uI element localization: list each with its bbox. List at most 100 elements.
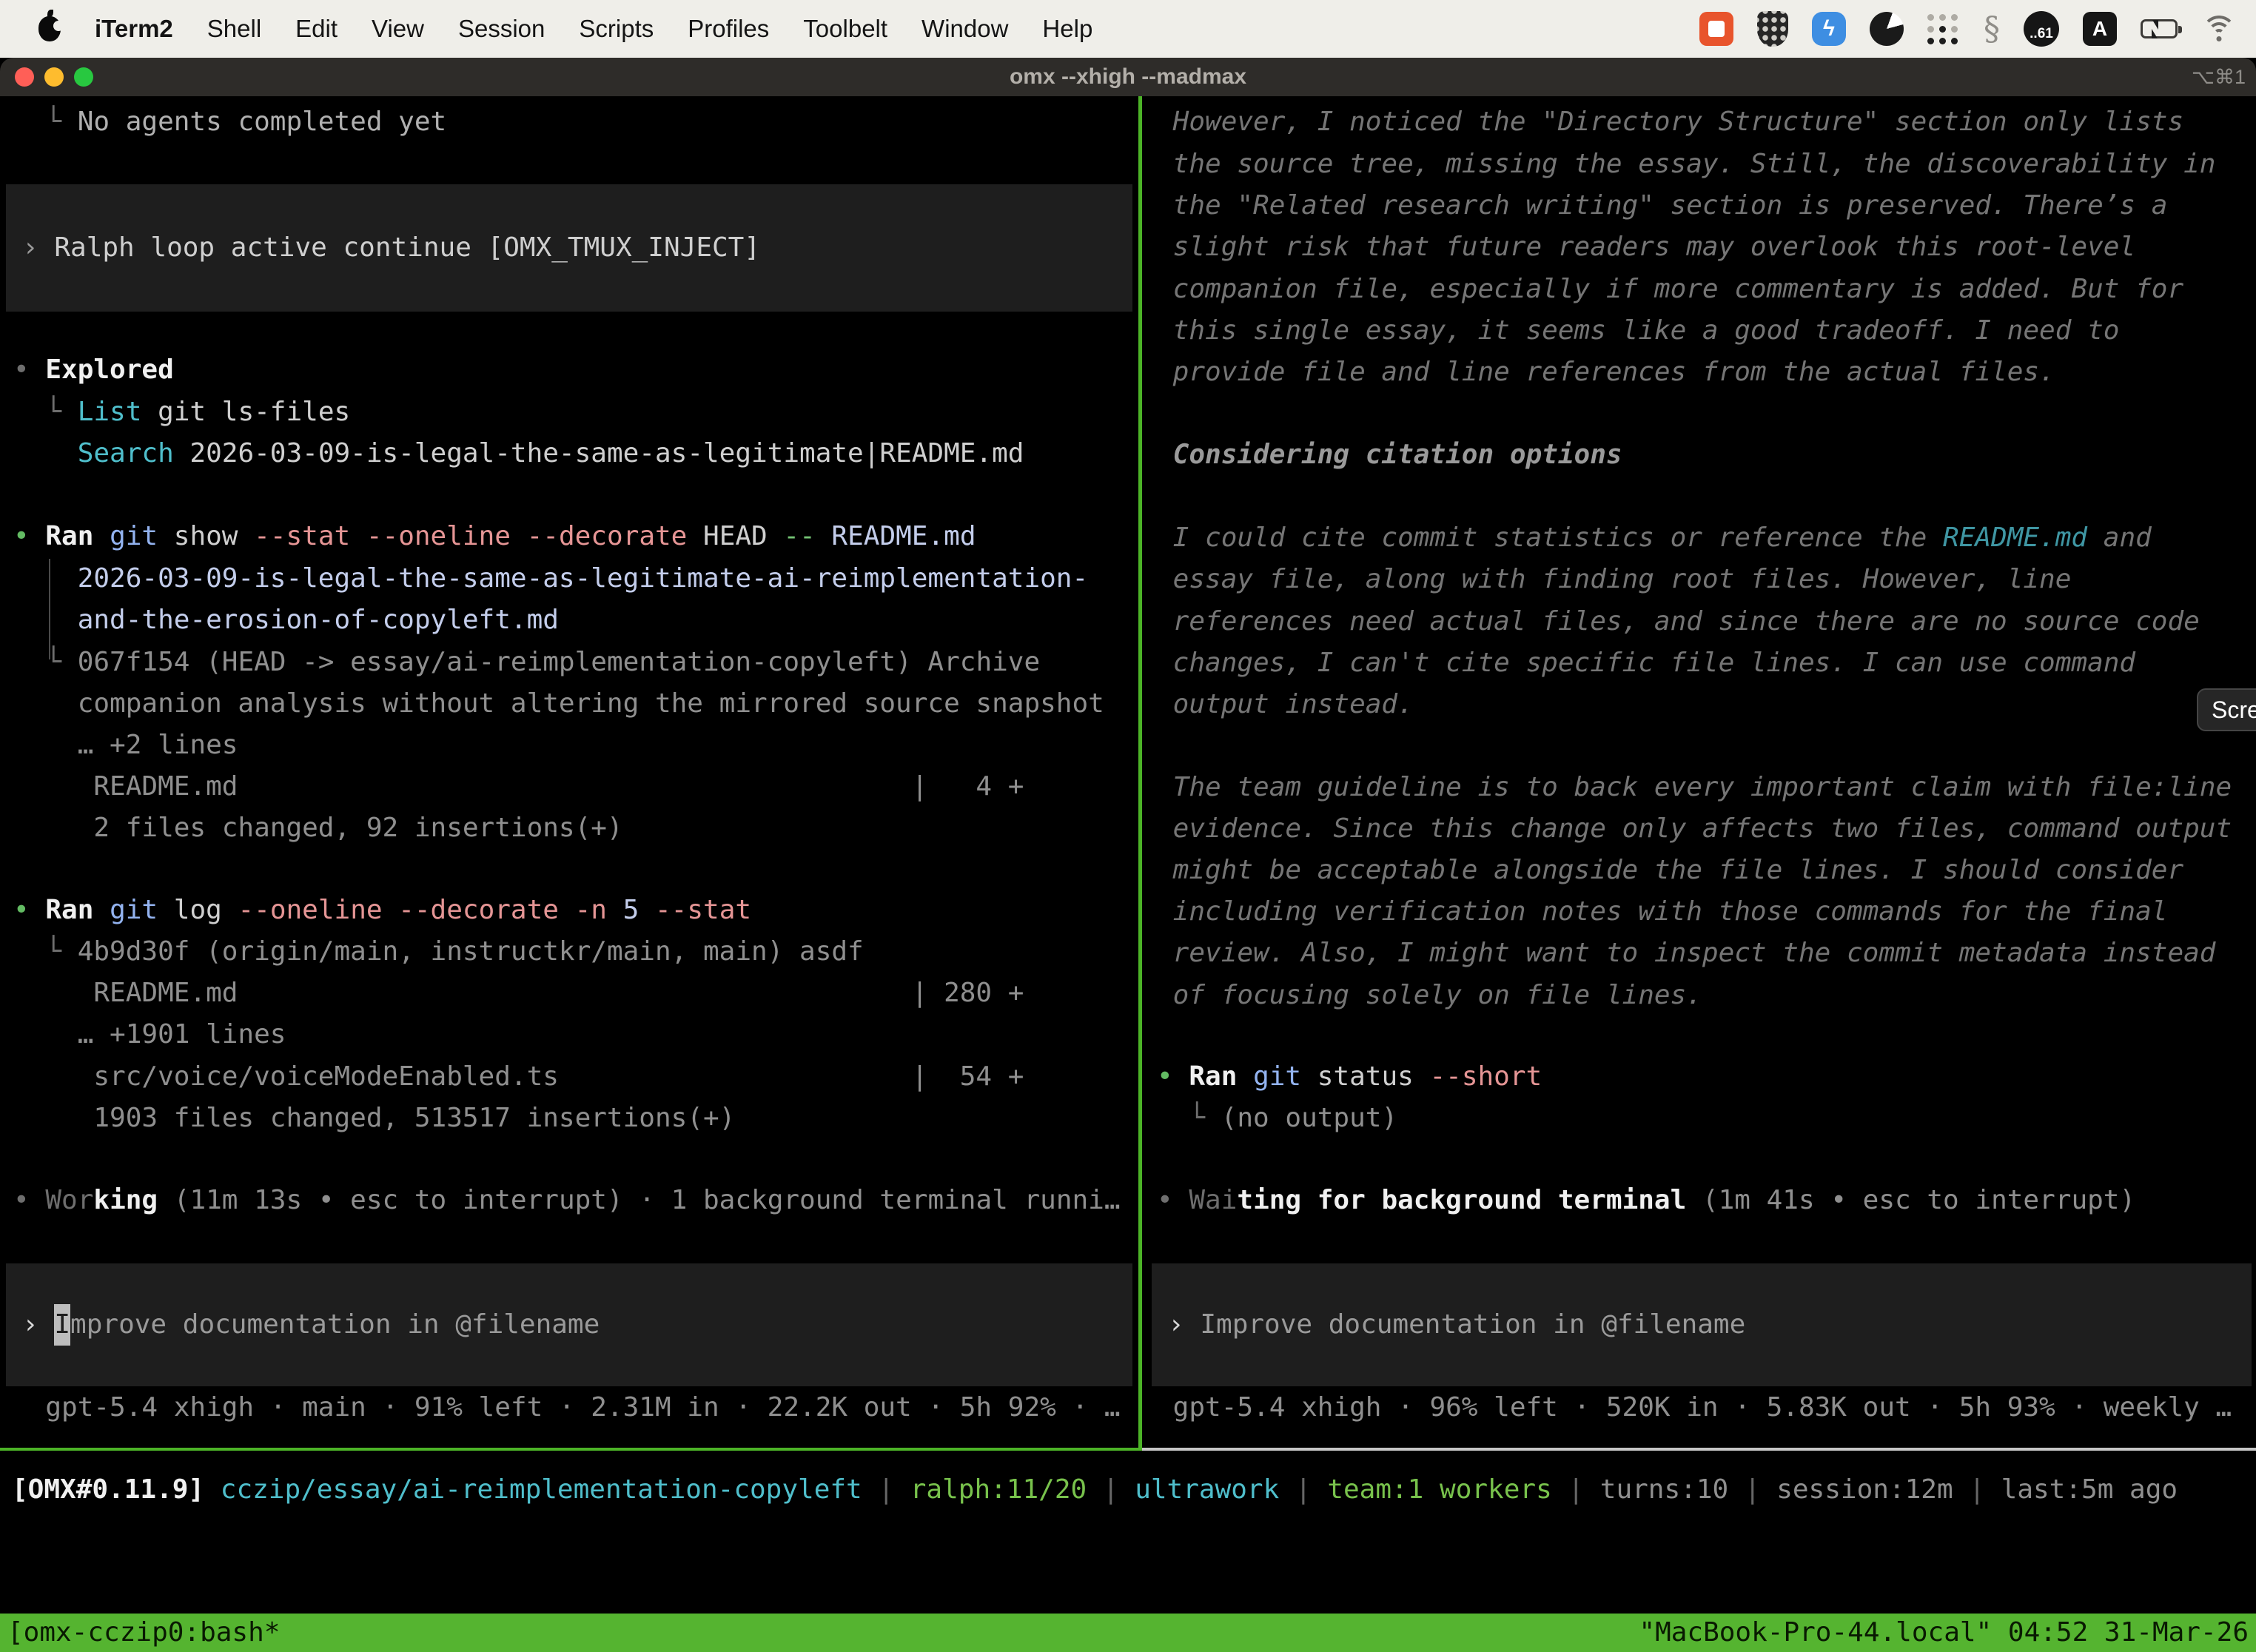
terminal-line: … +2 lines	[13, 725, 238, 766]
terminal-line: gpt-5.4 xhigh · 96% left · 520K in · 5.8…	[1157, 1387, 2232, 1428]
terminal-line: However, I noticed the "Directory Struct…	[1157, 101, 2183, 143]
terminal-line: output instead.	[1157, 684, 1414, 725]
terminal-line: of focusing solely on file lines.	[1157, 975, 1702, 1016]
terminal-line: └ (no output)	[1157, 1098, 1397, 1139]
terminal-line: src/voice/voiceModeEnabled.ts | 54 +	[13, 1056, 1024, 1098]
screen-tooltip[interactable]: Scre	[2197, 688, 2256, 731]
terminal-line: Considering citation options	[1157, 434, 1622, 476]
prompt-chevron-icon: ›	[22, 1304, 54, 1346]
omx-status-segment: |	[1728, 1474, 1776, 1505]
terminal-line: 2026-03-09-is-legal-the-same-as-legitima…	[13, 558, 1088, 600]
menu-item-window[interactable]: Window	[921, 15, 1008, 43]
terminal-line: • Working (11m 13s • esc to interrupt) ·…	[13, 1180, 1121, 1221]
omx-status-segment: ultrawork	[1135, 1474, 1279, 1505]
left-prompt-input[interactable]: › I mprove documentation in @filename	[6, 1263, 1132, 1386]
banner-text: Ralph loop active continue [OMX_TMUX_INJ…	[54, 227, 760, 269]
terminal-line: the "Related research writing" section i…	[1157, 185, 2167, 226]
omx-status-segment: |	[862, 1474, 910, 1505]
terminal-line: └ 067f154 (HEAD -> essay/ai-reimplementa…	[13, 642, 1040, 683]
terminal-line: evidence. Since this change only affects…	[1157, 808, 2232, 850]
menu-item-shell[interactable]: Shell	[207, 15, 261, 43]
left-input-text: mprove documentation in @filename	[70, 1304, 600, 1346]
omx-status-line: [OMX#0.11.9] cczip/essay/ai-reimplementa…	[12, 1469, 2178, 1511]
terminal-line: slight risk that future readers may over…	[1157, 226, 2135, 268]
circle-61-icon[interactable]: ..61	[2024, 11, 2059, 47]
tmux-host-clock: "MacBook-Pro-44.local" 04:52 31-Mar-26	[1639, 1614, 2249, 1652]
menu-item-iterm2[interactable]: iTerm2	[95, 15, 173, 43]
terminal-content: › Ralph loop active continue [OMX_TMUX_I…	[0, 96, 2256, 1614]
omx-status-segment: [OMX#0.11.9]	[12, 1474, 221, 1505]
terminal-line: including verification notes with those …	[1157, 891, 2167, 933]
terminal-line: └ List git ls-files	[13, 392, 350, 433]
terminal-line: … +1901 lines	[13, 1014, 286, 1055]
terminal-line: I could cite commit statistics or refere…	[1157, 517, 2152, 559]
right-pane-border	[1142, 1448, 2256, 1451]
omx-status-segment: session:12m	[1776, 1474, 1953, 1505]
omx-status-segment: |	[1552, 1474, 1600, 1505]
menu-item-session[interactable]: Session	[458, 15, 545, 43]
wifi-icon[interactable]	[2201, 16, 2237, 42]
terminal-line: the source tree, missing the essay. Stil…	[1157, 144, 2215, 185]
terminal-line: README.md | 280 +	[13, 973, 1024, 1014]
terminal-line: • Ran git log --oneline --decorate -n 5 …	[13, 890, 751, 931]
left-pane-border	[0, 1448, 1142, 1451]
terminal-line: Search 2026-03-09-is-legal-the-same-as-l…	[13, 433, 1024, 474]
terminal-line: this single essay, it seems like a good …	[1157, 310, 2119, 352]
messages-icon[interactable]	[1699, 12, 1733, 46]
menu-item-scripts[interactable]: Scripts	[579, 15, 654, 43]
window-shortcut-badge: ⌥⌘1	[2192, 58, 2246, 96]
terminal-line: └ No agents completed yet	[13, 101, 446, 143]
menu-bar: iTerm2 Shell Edit View Session Scripts Profile…	[0, 0, 2256, 58]
text-cursor: I	[54, 1304, 70, 1346]
omx-status-segment: last:5m ago	[2001, 1474, 2178, 1505]
menu-items: iTerm2 Shell Edit View Session Scripts Profile…	[95, 15, 1092, 43]
terminal-line: • Ran git status --short	[1157, 1056, 1542, 1098]
apple-menu-icon[interactable]	[38, 16, 61, 41]
a-square-icon[interactable]: A	[2083, 12, 2117, 46]
menu-item-edit[interactable]: Edit	[295, 15, 338, 43]
terminal-line: might be acceptable alongside the file l…	[1157, 850, 2183, 891]
dots-grid-icon[interactable]	[1927, 13, 1960, 45]
terminal-line: • Waiting for background terminal (1m 41…	[1157, 1180, 2135, 1221]
right-input-text: Improve documentation in @filename	[1200, 1304, 1745, 1346]
omx-status-segment: |	[1087, 1474, 1135, 1505]
omx-status-segment: |	[1279, 1474, 1327, 1505]
omx-status-segment: ralph:11/20	[910, 1474, 1087, 1505]
menu-item-profiles[interactable]: Profiles	[688, 15, 769, 43]
menu-bar-status-icons: ϟ § ..61 A	[1699, 10, 2237, 48]
terminal-line: • Ran git show --stat --oneline --decora…	[13, 516, 976, 557]
terminal-line: 2 files changed, 92 insertions(+)	[13, 807, 623, 849]
omx-status-segment: turns:10	[1600, 1474, 1728, 1505]
omx-status-segment: |	[1953, 1474, 2001, 1505]
tmux-session-label[interactable]: [omx-cczip0:bash*	[7, 1614, 280, 1652]
battery-icon[interactable]	[2141, 19, 2178, 38]
terminal-line: review. Also, I might want to inspect th…	[1157, 933, 2215, 974]
omx-status-segment: team:1 workers	[1327, 1474, 1551, 1505]
bolt-badge-icon[interactable]: ϟ	[1812, 12, 1846, 46]
terminal-line: • Explored	[13, 349, 174, 391]
banner-prompt-icon: ›	[22, 227, 54, 269]
pane-divider[interactable]	[1138, 96, 1142, 1451]
ralph-loop-banner: › Ralph loop active continue [OMX_TMUX_I…	[6, 184, 1132, 312]
terminal-line: companion analysis without altering the …	[13, 683, 1104, 725]
shield-icon[interactable]	[1757, 11, 1788, 47]
window-title-bar: omx --xhigh --madmax ⌥⌘1	[0, 58, 2256, 96]
pie-chart-icon[interactable]	[1870, 12, 1904, 46]
tmux-status-bar: [omx-cczip0:bash* "MacBook-Pro-44.local"…	[0, 1614, 2256, 1652]
menu-item-view[interactable]: View	[372, 15, 424, 43]
terminal-line: The team guideline is to back every impo…	[1157, 767, 2232, 808]
terminal-line: provide file and line references from th…	[1157, 352, 2055, 393]
terminal-line: └ 4b9d30f (origin/main, instructkr/main,…	[13, 931, 864, 973]
terminal-line: gpt-5.4 xhigh · main · 91% left · 2.31M …	[13, 1387, 1121, 1428]
right-prompt-input[interactable]: › Improve documentation in @filename	[1152, 1263, 2252, 1386]
menu-item-help[interactable]: Help	[1042, 15, 1092, 43]
terminal-line: README.md | 4 +	[13, 766, 1024, 807]
hook-icon[interactable]: §	[1984, 10, 2000, 48]
menu-item-toolbelt[interactable]: Toolbelt	[803, 15, 887, 43]
terminal-line: companion file, especially if more comme…	[1157, 269, 2183, 310]
terminal-line: and-the-erosion-of-copyleft.md	[13, 600, 559, 641]
terminal-line: references need actual files, and since …	[1157, 601, 2200, 642]
terminal-line: changes, I can't cite specific file line…	[1157, 642, 2135, 684]
prompt-chevron-icon: ›	[1168, 1304, 1200, 1346]
window-title: omx --xhigh --madmax	[0, 58, 2256, 96]
